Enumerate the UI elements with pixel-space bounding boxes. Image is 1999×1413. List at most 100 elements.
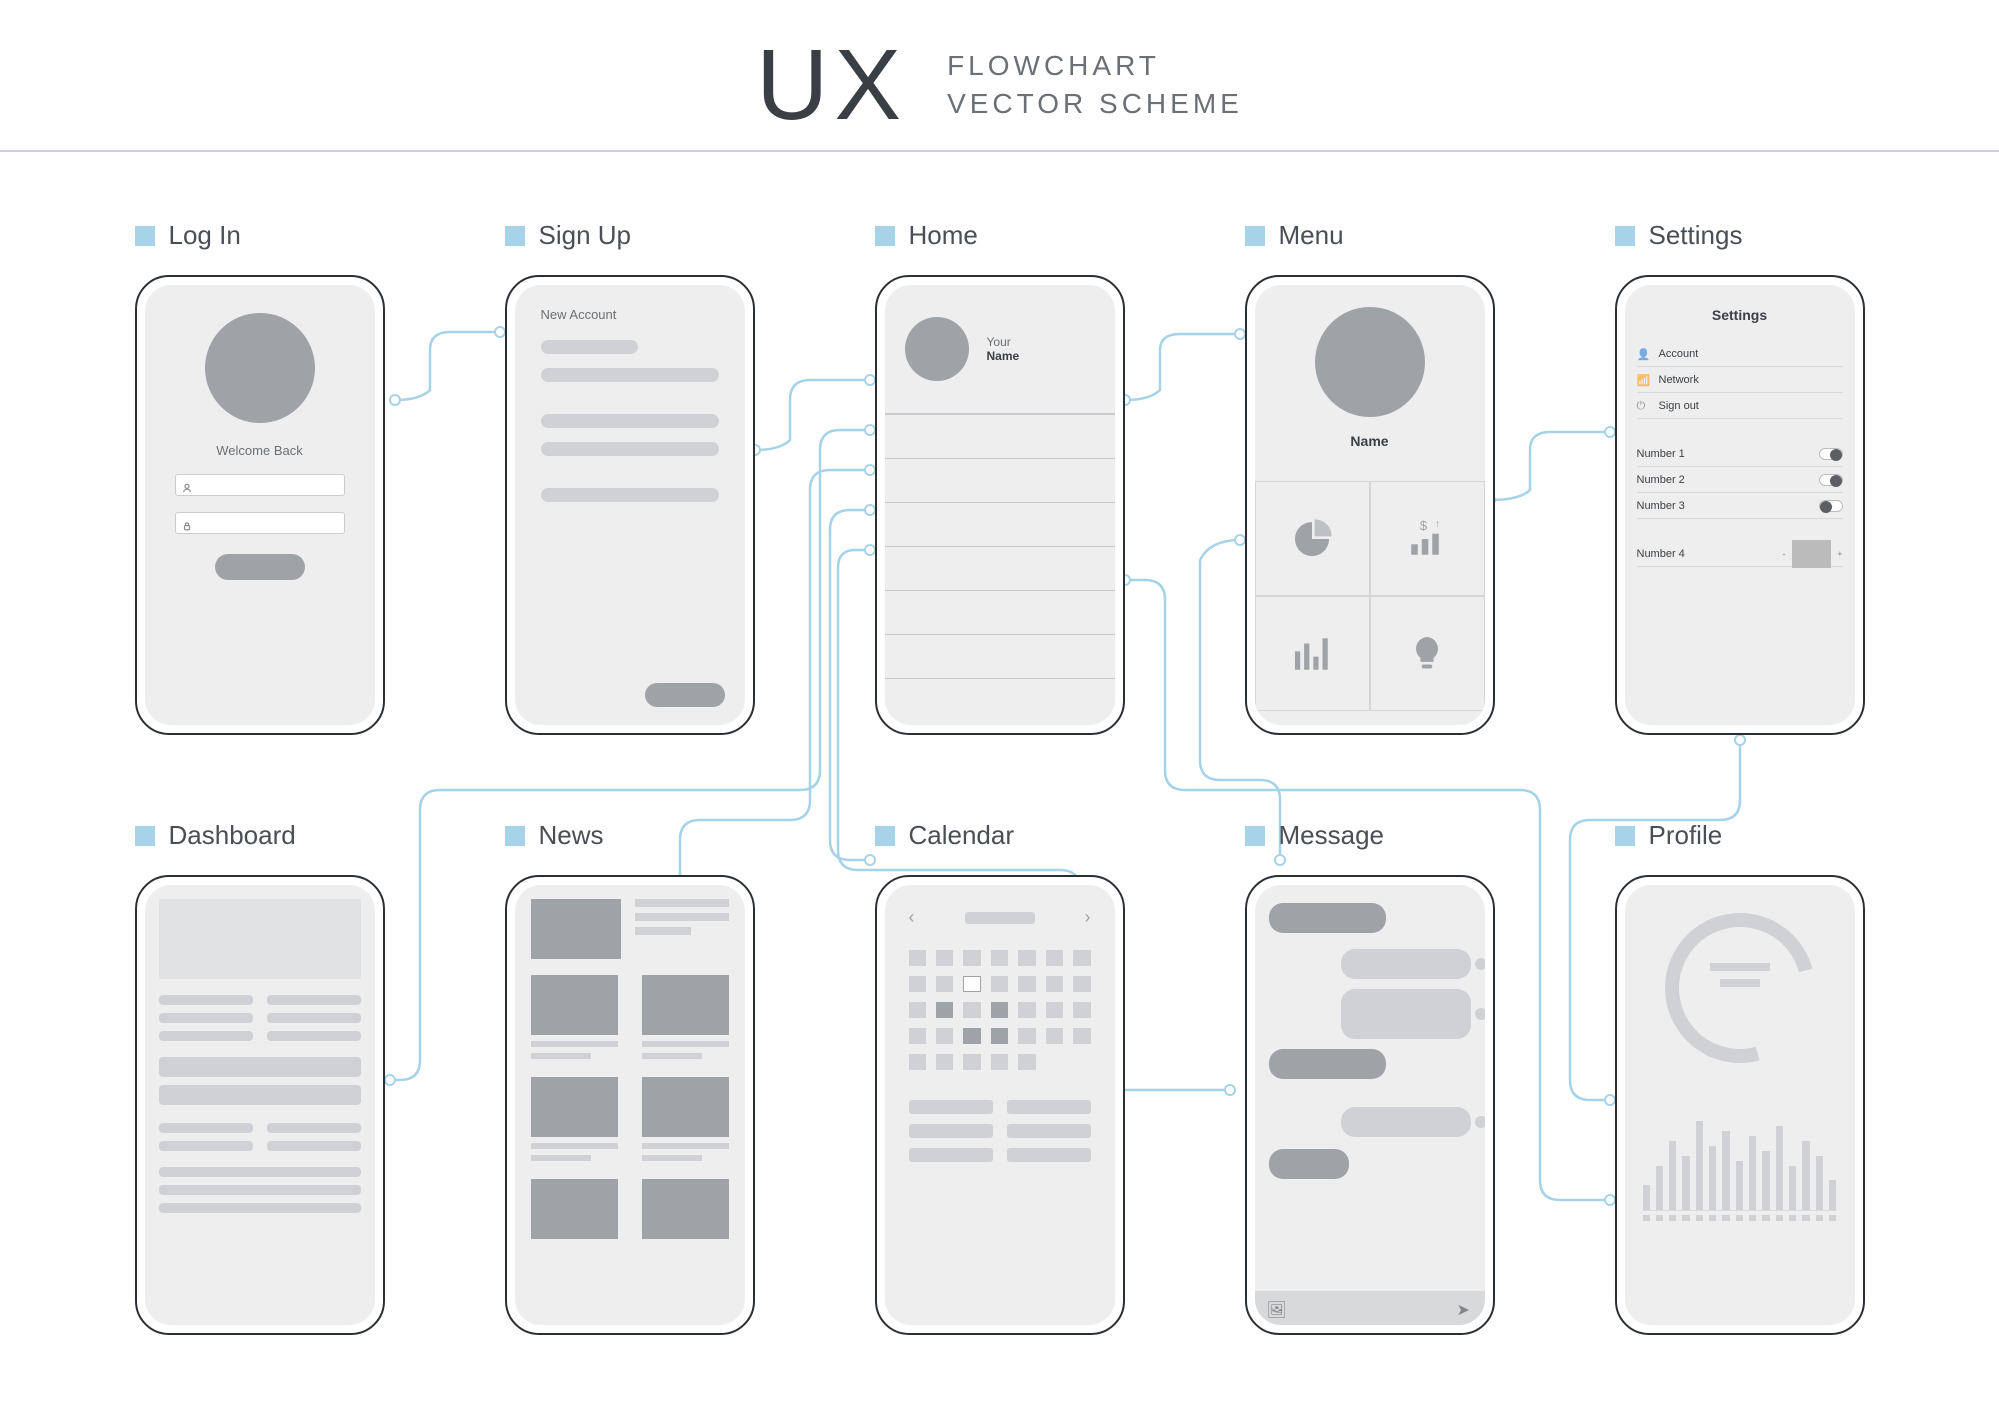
dashboard-line <box>159 1203 361 1213</box>
news-tile[interactable] <box>531 1077 618 1161</box>
message-input-bar[interactable]: 🖼 ➤ <box>1255 1291 1485 1325</box>
menu-tile-ideas[interactable] <box>1370 596 1485 711</box>
bulb-icon <box>1406 633 1448 675</box>
bullet-icon <box>135 226 155 246</box>
screen-signup: Sign Up New Account <box>505 220 755 735</box>
bar-chart-icon <box>1291 633 1333 675</box>
month-label-placeholder <box>965 912 1035 924</box>
settings-toggle-row: Number 2 <box>1637 467 1843 493</box>
settings-toggle-row: Number 1 <box>1637 441 1843 467</box>
chevron-right-icon[interactable]: › <box>1085 907 1091 928</box>
toggle-switch[interactable] <box>1819 448 1843 460</box>
send-icon[interactable]: ➤ <box>1457 1300 1473 1316</box>
chat-bubble-outgoing <box>1341 1107 1470 1137</box>
settings-link-network[interactable]: 📶 Network <box>1637 367 1843 393</box>
screen-label: News <box>539 820 604 851</box>
screen-label: Settings <box>1649 220 1743 251</box>
news-tile[interactable] <box>531 975 618 1059</box>
screen-label: Profile <box>1649 820 1723 851</box>
screen-settings: Settings Settings 👤 Account 📶 Network ⏻ … <box>1615 220 1865 735</box>
wifi-icon: 📶 <box>1637 374 1649 386</box>
settings-link-account[interactable]: 👤 Account <box>1637 341 1843 367</box>
screen-login: Log In Welcome Back <box>135 220 385 735</box>
screen-label: Log In <box>169 220 241 251</box>
screen-profile: Profile <box>1615 820 1865 1335</box>
brand-mark: UX <box>756 35 907 135</box>
settings-link-label: Sign out <box>1659 400 1699 412</box>
calendar-event[interactable] <box>909 1124 1091 1138</box>
list-item[interactable] <box>885 635 1115 679</box>
phone-frame: Settings 👤 Account 📶 Network ⏻ Sign out … <box>1615 275 1865 735</box>
toggle-switch[interactable] <box>1819 474 1843 486</box>
slider-control[interactable]: - + <box>1783 550 1843 558</box>
header-divider <box>0 150 1999 152</box>
power-icon: ⏻ <box>1637 400 1649 412</box>
input-placeholder[interactable] <box>541 340 639 354</box>
phone-frame: Welcome Back <box>135 275 385 735</box>
settings-link-signout[interactable]: ⏻ Sign out <box>1637 393 1843 419</box>
menu-tile-stats[interactable] <box>1255 596 1370 711</box>
input-placeholder[interactable] <box>541 368 719 382</box>
list-item[interactable] <box>885 459 1115 503</box>
dashboard-block <box>159 1057 361 1077</box>
welcome-text: Welcome Back <box>216 443 302 458</box>
page-header: UX FLOWCHART VECTOR SCHEME <box>0 30 1999 140</box>
settings-toggle-row: Number 3 <box>1637 493 1843 519</box>
slider-label: Number 4 <box>1637 548 1685 560</box>
chevron-left-icon[interactable]: ‹ <box>909 907 915 928</box>
screen-label: Sign Up <box>539 220 632 251</box>
avatar-icon <box>205 313 315 423</box>
calendar-event[interactable] <box>909 1100 1091 1114</box>
screen-message: Message 🖼 ➤ <box>1245 820 1495 1335</box>
input-placeholder[interactable] <box>541 488 719 502</box>
featured-article[interactable] <box>531 899 729 959</box>
settings-link-label: Network <box>1659 374 1699 386</box>
calendar-grid[interactable] <box>909 950 1091 1070</box>
bullet-icon <box>1245 226 1265 246</box>
menu-tile-growth[interactable]: $↑ <box>1370 481 1485 596</box>
bar-growth-icon: $↑ <box>1406 518 1448 560</box>
settings-slider-row: Number 4 - + <box>1637 541 1843 567</box>
username-field[interactable] <box>175 474 345 496</box>
news-tile[interactable] <box>642 1179 729 1239</box>
home-name: Name <box>987 349 1020 363</box>
toggle-label: Number 3 <box>1637 500 1685 512</box>
home-your: Your <box>987 335 1020 349</box>
screen-calendar: Calendar ‹ › <box>875 820 1125 1335</box>
list-item[interactable] <box>885 547 1115 591</box>
news-tile[interactable] <box>531 1179 618 1239</box>
toggle-switch[interactable] <box>1819 500 1843 512</box>
settings-title: Settings <box>1637 307 1843 323</box>
phone-frame: Your Name <box>875 275 1125 735</box>
chat-bubble-incoming <box>1269 1149 1350 1179</box>
list-item[interactable] <box>885 415 1115 459</box>
status-dot-icon <box>1475 1008 1485 1020</box>
signup-title: New Account <box>541 307 719 322</box>
current-day[interactable] <box>963 976 980 992</box>
bullet-icon <box>875 826 895 846</box>
calendar-event[interactable] <box>909 1148 1091 1162</box>
input-placeholder[interactable] <box>541 442 719 456</box>
dashboard-line <box>159 1185 361 1195</box>
home-header: Your Name <box>885 285 1115 415</box>
news-tile[interactable] <box>642 975 729 1059</box>
bullet-icon <box>1615 226 1635 246</box>
list-item[interactable] <box>885 503 1115 547</box>
phone-frame: Name $↑ <box>1245 275 1495 735</box>
phone-frame: 🖼 ➤ <box>1245 875 1495 1335</box>
phone-frame: ‹ › <box>875 875 1125 1335</box>
image-icon[interactable]: 🖼 <box>1267 1300 1283 1316</box>
svg-text:↑: ↑ <box>1435 518 1440 530</box>
password-field[interactable] <box>175 512 345 534</box>
input-placeholder[interactable] <box>541 414 719 428</box>
signup-submit-button[interactable] <box>645 683 725 707</box>
menu-tile-analytics[interactable] <box>1255 481 1370 596</box>
login-button[interactable] <box>215 554 305 580</box>
profile-bar-ticks <box>1643 1215 1837 1221</box>
phone-frame <box>1615 875 1865 1335</box>
image-placeholder <box>531 899 621 959</box>
list-item[interactable] <box>885 591 1115 635</box>
news-tile[interactable] <box>642 1077 729 1161</box>
hero-placeholder <box>159 899 361 979</box>
chat-bubble-incoming <box>1269 903 1386 933</box>
